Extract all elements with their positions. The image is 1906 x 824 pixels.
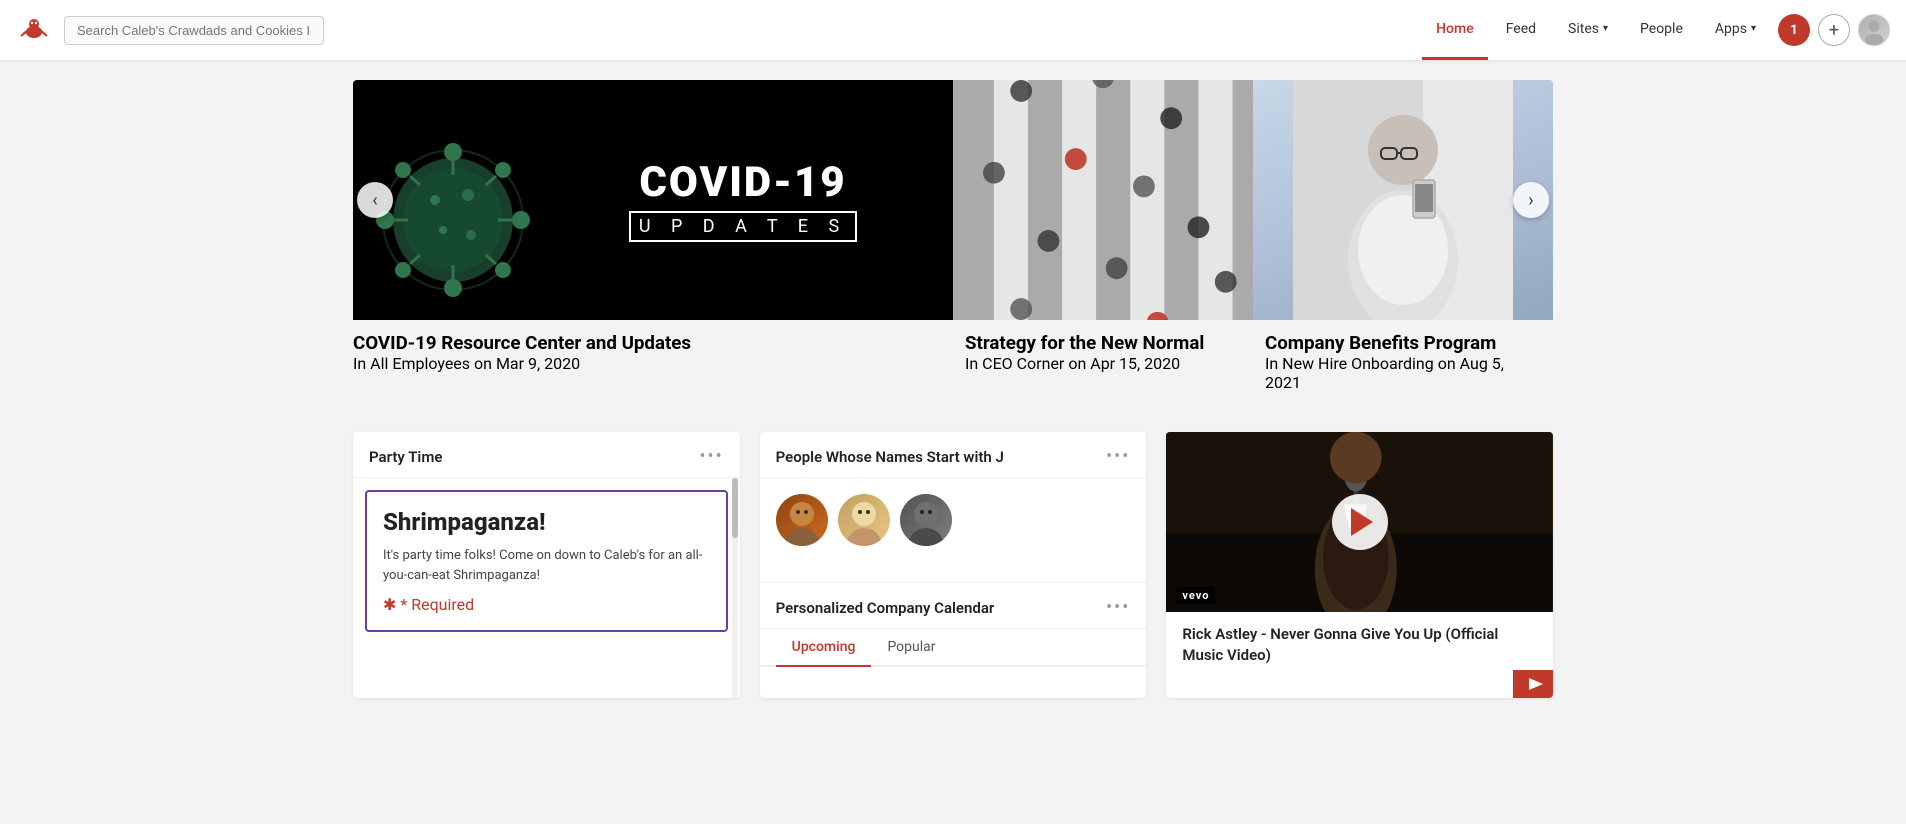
- nav-home[interactable]: Home: [1422, 0, 1488, 60]
- carousel-item-covid: COVID-19 U P D A T E S COVID-19 Resource…: [353, 80, 953, 408]
- video-info: Rick Astley - Never Gonna Give You Up (O…: [1166, 612, 1553, 674]
- search-input[interactable]: [64, 16, 324, 45]
- carousel-prev-button[interactable]: ‹: [357, 182, 393, 218]
- nav-people[interactable]: People: [1626, 0, 1697, 60]
- carousel-row: COVID-19 U P D A T E S COVID-19 Resource…: [353, 80, 1553, 408]
- carousel-item-benefits: Company Benefits Program In New Hire Onb…: [1253, 80, 1553, 408]
- strategy-article-title[interactable]: Strategy for the New Normal: [965, 332, 1241, 354]
- benefits-info: Company Benefits Program In New Hire Onb…: [1253, 320, 1553, 408]
- calendar-menu-button[interactable]: •••: [1106, 597, 1130, 618]
- party-time-title: Party Time: [369, 448, 442, 466]
- people-j-header: People Whose Names Start with J •••: [760, 432, 1147, 478]
- carousel-item-strategy: Strategy for the New Normal In CEO Corne…: [953, 80, 1253, 408]
- nav-apps[interactable]: Apps ▾: [1701, 0, 1770, 60]
- site-logo[interactable]: [16, 12, 52, 48]
- widgets-row: Party Time ••• Shrimpaganza! It's party …: [333, 432, 1573, 698]
- people-j-title: People Whose Names Start with J: [776, 448, 1004, 466]
- scroll-thumb[interactable]: [732, 478, 738, 538]
- user-avatar[interactable]: [1858, 14, 1890, 46]
- strategy-category-link[interactable]: CEO Corner: [982, 354, 1064, 373]
- covid-title-line1: COVID-19: [629, 158, 857, 207]
- featured-carousel: COVID-19 U P D A T E S COVID-19 Resource…: [333, 80, 1573, 408]
- tab-upcoming[interactable]: Upcoming: [776, 629, 872, 667]
- benefits-category-link[interactable]: New Hire Onboarding: [1282, 354, 1434, 373]
- video-play-button[interactable]: [1332, 494, 1388, 550]
- party-card-heading: Shrimpaganza!: [383, 508, 710, 536]
- video-title[interactable]: Rick Astley - Never Gonna Give You Up (O…: [1182, 624, 1537, 666]
- covid-article-meta: In All Employees on Mar 9, 2020: [353, 354, 933, 373]
- covid-info: COVID-19 Resource Center and Updates In …: [353, 320, 953, 389]
- benefits-article-title[interactable]: Company Benefits Program: [1265, 332, 1541, 354]
- chevron-down-icon: ▾: [1751, 23, 1756, 34]
- people-j-body: [760, 478, 1147, 562]
- calendar-header: Personalized Company Calendar •••: [760, 583, 1147, 629]
- carousel-next-button[interactable]: ›: [1513, 182, 1549, 218]
- calendar-tabs: Upcoming Popular: [760, 629, 1147, 667]
- tab-popular[interactable]: Popular: [871, 629, 951, 667]
- add-button[interactable]: +: [1818, 14, 1850, 46]
- people-avatars-row: [776, 494, 1131, 546]
- covid-article-title[interactable]: COVID-19 Resource Center and Updates: [353, 332, 933, 354]
- strategy-article-meta: In CEO Corner on Apr 15, 2020: [965, 354, 1241, 373]
- party-time-body: Shrimpaganza! It's party time folks! Com…: [353, 478, 740, 698]
- party-time-widget: Party Time ••• Shrimpaganza! It's party …: [353, 432, 740, 698]
- benefits-image[interactable]: [1253, 80, 1553, 320]
- chevron-down-icon: ▾: [1603, 23, 1608, 34]
- covid-image[interactable]: COVID-19 U P D A T E S: [353, 80, 953, 320]
- people-j-widget: People Whose Names Start with J •••: [760, 432, 1147, 698]
- calendar-title: Personalized Company Calendar: [776, 599, 995, 617]
- strategy-info: Strategy for the New Normal In CEO Corne…: [953, 320, 1253, 389]
- video-widget: vevo Rick Astley - Never Gonna Give You …: [1166, 432, 1553, 698]
- party-time-menu-button[interactable]: •••: [699, 446, 723, 467]
- covid-category-link[interactable]: All Employees: [370, 354, 470, 373]
- main-nav: Home Feed Sites ▾ People Apps ▾: [1422, 0, 1770, 60]
- party-card-body: It's party time folks! Come on down to C…: [383, 546, 710, 585]
- benefits-article-meta: In New Hire Onboarding on Aug 5, 2021: [1265, 354, 1541, 392]
- notification-badge[interactable]: 1: [1778, 14, 1810, 46]
- covid-title-line2: U P D A T E S: [629, 211, 857, 242]
- party-time-header: Party Time •••: [353, 432, 740, 478]
- person-avatar-3[interactable]: [900, 494, 952, 546]
- header-actions: 1 +: [1778, 14, 1890, 46]
- vevo-badge: vevo: [1176, 587, 1215, 604]
- main-content: COVID-19 U P D A T E S COVID-19 Resource…: [0, 60, 1906, 718]
- strategy-image[interactable]: [953, 80, 1253, 320]
- nav-sites[interactable]: Sites ▾: [1554, 0, 1622, 60]
- person-avatar-2[interactable]: [838, 494, 890, 546]
- party-card: Shrimpaganza! It's party time folks! Com…: [365, 490, 728, 632]
- nav-feed[interactable]: Feed: [1492, 0, 1550, 60]
- party-required-label: ✱ * Required: [383, 595, 710, 614]
- video-red-bar: [1513, 670, 1553, 698]
- person-avatar-1[interactable]: [776, 494, 828, 546]
- header: Home Feed Sites ▾ People Apps ▾ 1 +: [0, 0, 1906, 60]
- calendar-section: Personalized Company Calendar ••• Upcomi…: [760, 582, 1147, 667]
- video-thumbnail[interactable]: vevo: [1166, 432, 1553, 612]
- people-j-menu-button[interactable]: •••: [1106, 446, 1130, 467]
